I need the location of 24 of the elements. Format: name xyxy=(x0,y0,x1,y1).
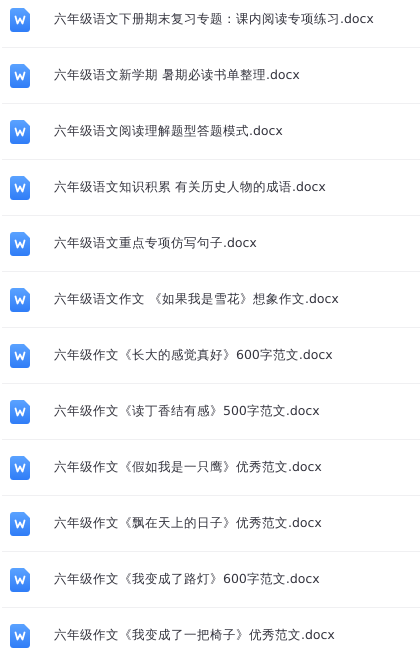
word-document-icon xyxy=(10,456,30,480)
word-document-icon xyxy=(10,120,30,144)
file-name[interactable]: 六年级语文作文 《如果我是雪花》想象作文.docx xyxy=(54,291,339,308)
file-name[interactable]: 六年级语文下册期末复习专题：课内阅读专项练习.docx xyxy=(54,11,374,28)
word-document-icon xyxy=(10,512,30,536)
word-document-icon xyxy=(10,288,30,312)
file-name[interactable]: 六年级作文《读丁香结有感》500字范文.docx xyxy=(54,403,320,420)
file-name[interactable]: 六年级语文重点专项仿写句子.docx xyxy=(54,235,257,252)
file-name[interactable]: 六年级作文《长大的感觉真好》600字范文.docx xyxy=(54,347,333,364)
file-name[interactable]: 六年级语文新学期 暑期必读书单整理.docx xyxy=(54,67,300,84)
file-name[interactable]: 六年级作文《飘在天上的日子》优秀范文.docx xyxy=(54,515,322,532)
word-document-icon xyxy=(10,64,30,88)
word-document-icon xyxy=(10,624,30,648)
file-name[interactable]: 六年级语文知识积累 有关历史人物的成语.docx xyxy=(54,179,326,196)
word-document-icon xyxy=(10,568,30,592)
word-document-icon xyxy=(10,344,30,368)
file-name[interactable]: 六年级作文《假如我是一只鹰》优秀范文.docx xyxy=(54,459,322,476)
word-document-icon xyxy=(10,400,30,424)
file-name[interactable]: 六年级语文阅读理解题型答题模式.docx xyxy=(54,123,283,140)
word-document-icon xyxy=(10,8,30,32)
word-document-icon xyxy=(10,232,30,256)
file-name[interactable]: 六年级作文《我变成了一把椅子》优秀范文.docx xyxy=(54,627,335,644)
word-document-icon xyxy=(10,176,30,200)
file-name[interactable]: 六年级作文《我变成了路灯》600字范文.docx xyxy=(54,571,320,588)
